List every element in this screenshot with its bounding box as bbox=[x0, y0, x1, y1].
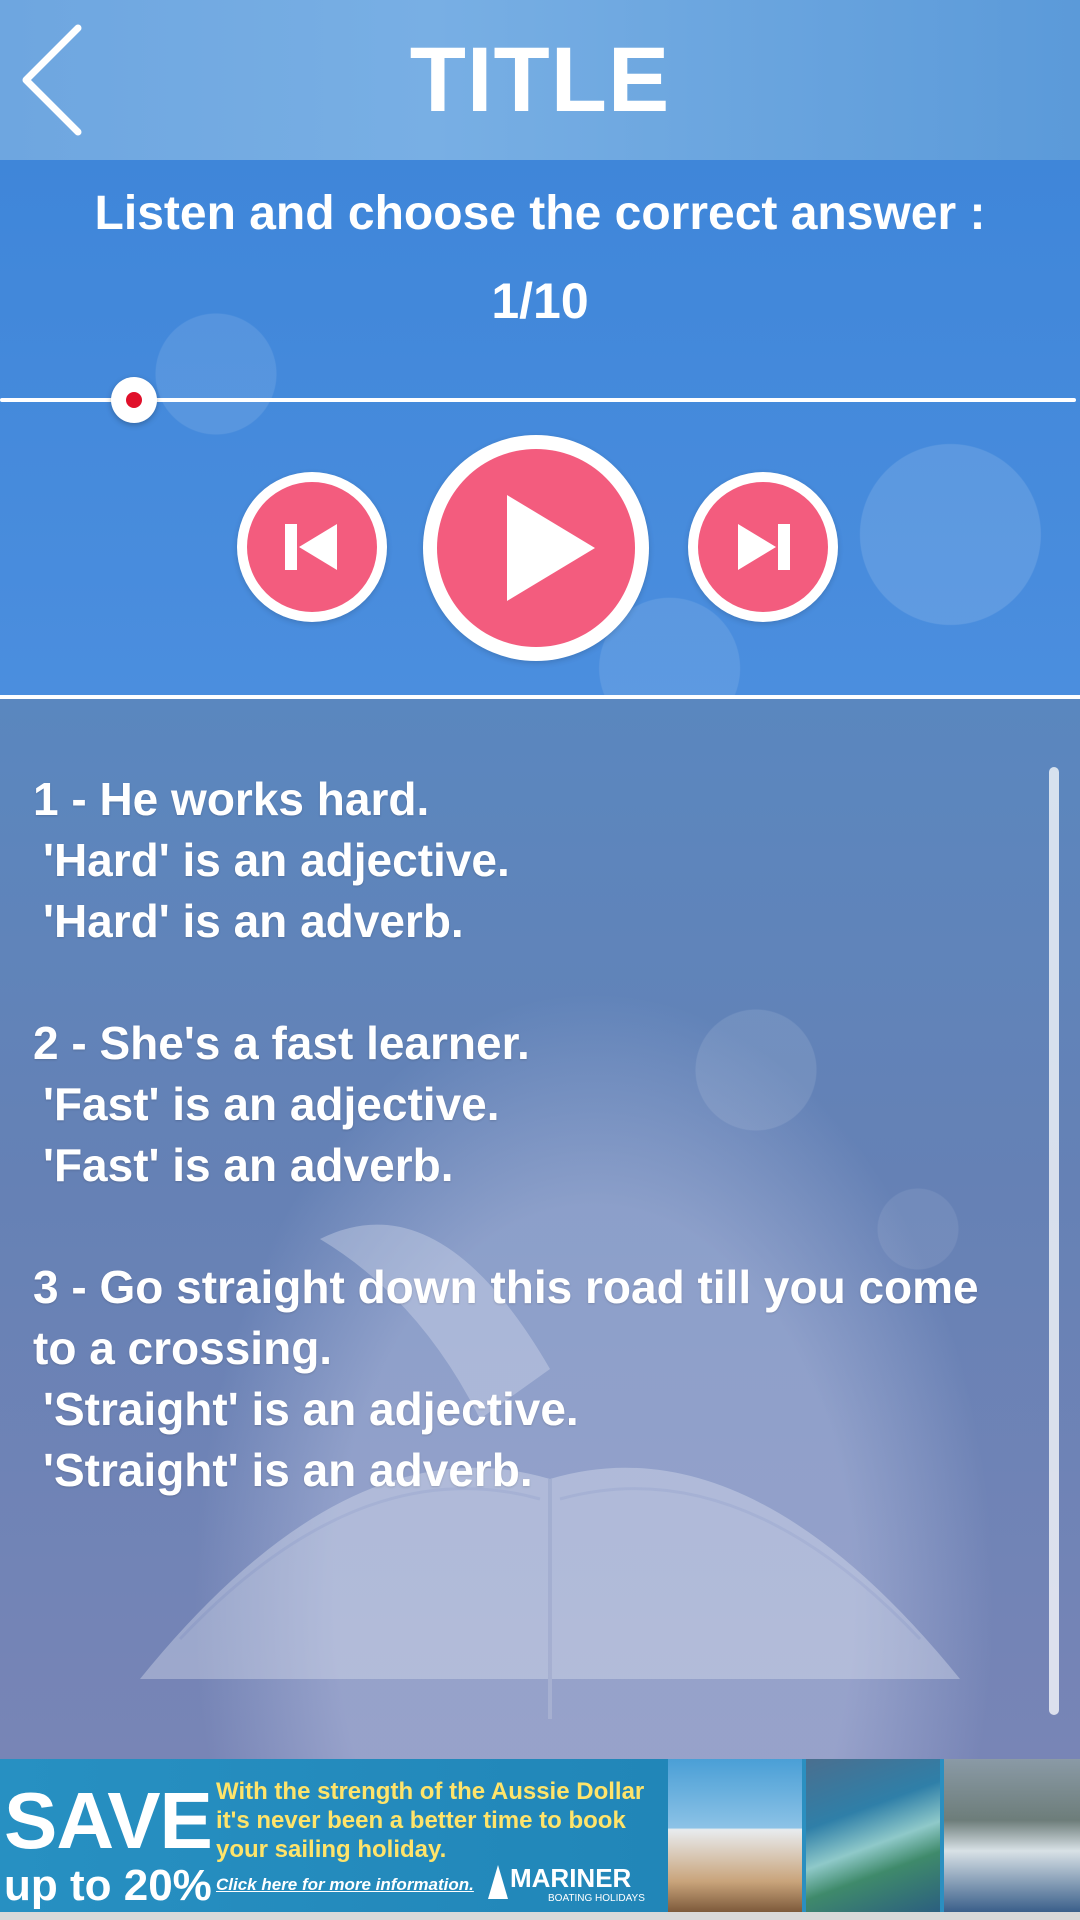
previous-button[interactable] bbox=[237, 472, 387, 622]
question-list-panel: 1 - He works hard. 'Hard' is an adjectiv… bbox=[0, 699, 1080, 1759]
ad-text-area: SAVE up to 20% With the strength of the … bbox=[0, 1759, 668, 1912]
ad-brand-sub: BOATING HOLIDAYS bbox=[548, 1893, 645, 1904]
play-button[interactable] bbox=[423, 435, 649, 661]
question-3: 3 - Go straight down this road till you … bbox=[33, 1257, 1023, 1501]
answer-option[interactable]: 'Fast' is an adverb. bbox=[33, 1135, 1023, 1196]
ad-photo-island bbox=[806, 1759, 940, 1912]
question-prompt: 2 - She's a fast learner. bbox=[33, 1017, 530, 1069]
play-icon bbox=[507, 495, 595, 601]
answer-option[interactable]: 'Fast' is an adjective. bbox=[33, 1074, 1023, 1135]
ad-brand: MARINER bbox=[510, 1863, 632, 1893]
answer-option[interactable]: 'Hard' is an adverb. bbox=[33, 891, 1023, 952]
ad-discount-text: up to 20% bbox=[4, 1861, 212, 1910]
audio-player: Listen and choose the correct answer : 1… bbox=[0, 160, 1080, 695]
question-prompt: 3 - Go straight down this road till you … bbox=[33, 1261, 979, 1374]
answer-option[interactable]: 'Hard' is an adjective. bbox=[33, 830, 1023, 891]
question-counter: 1/10 bbox=[491, 273, 589, 329]
ad-save-text: SAVE bbox=[4, 1776, 213, 1865]
ad-photo-chapel bbox=[668, 1759, 802, 1912]
mariner-logo-icon bbox=[488, 1865, 508, 1899]
question-prompt: 1 - He works hard. bbox=[33, 773, 430, 825]
question-1: 1 - He works hard. 'Hard' is an adjectiv… bbox=[33, 769, 1023, 952]
next-button[interactable] bbox=[688, 472, 838, 622]
app-header: TITLE bbox=[0, 0, 1080, 160]
ad-message: With the strength of the Aussie Dollar i… bbox=[216, 1778, 645, 1863]
bottom-strip bbox=[0, 1912, 1080, 1920]
questions: 1 - He works hard. 'Hard' is an adjectiv… bbox=[33, 769, 1023, 1562]
ad-link[interactable]: Click here for more information. bbox=[216, 1875, 474, 1895]
question-2: 2 - She's a fast learner. 'Fast' is an a… bbox=[33, 1013, 1023, 1196]
scrollbar[interactable] bbox=[1049, 767, 1059, 1715]
ad-photo-sailors bbox=[944, 1759, 1080, 1912]
instruction-text: Listen and choose the correct answer : bbox=[94, 187, 986, 240]
page-title: TITLE bbox=[409, 29, 671, 131]
ad-banner[interactable]: SAVE up to 20% With the strength of the … bbox=[0, 1759, 1080, 1912]
seek-bar[interactable] bbox=[0, 398, 1076, 402]
seek-thumb[interactable] bbox=[111, 377, 157, 423]
skip-previous-icon bbox=[285, 524, 337, 570]
answer-option[interactable]: 'Straight' is an adverb. bbox=[33, 1440, 1023, 1501]
skip-next-icon bbox=[738, 524, 790, 570]
answer-option[interactable]: 'Straight' is an adjective. bbox=[33, 1379, 1023, 1440]
